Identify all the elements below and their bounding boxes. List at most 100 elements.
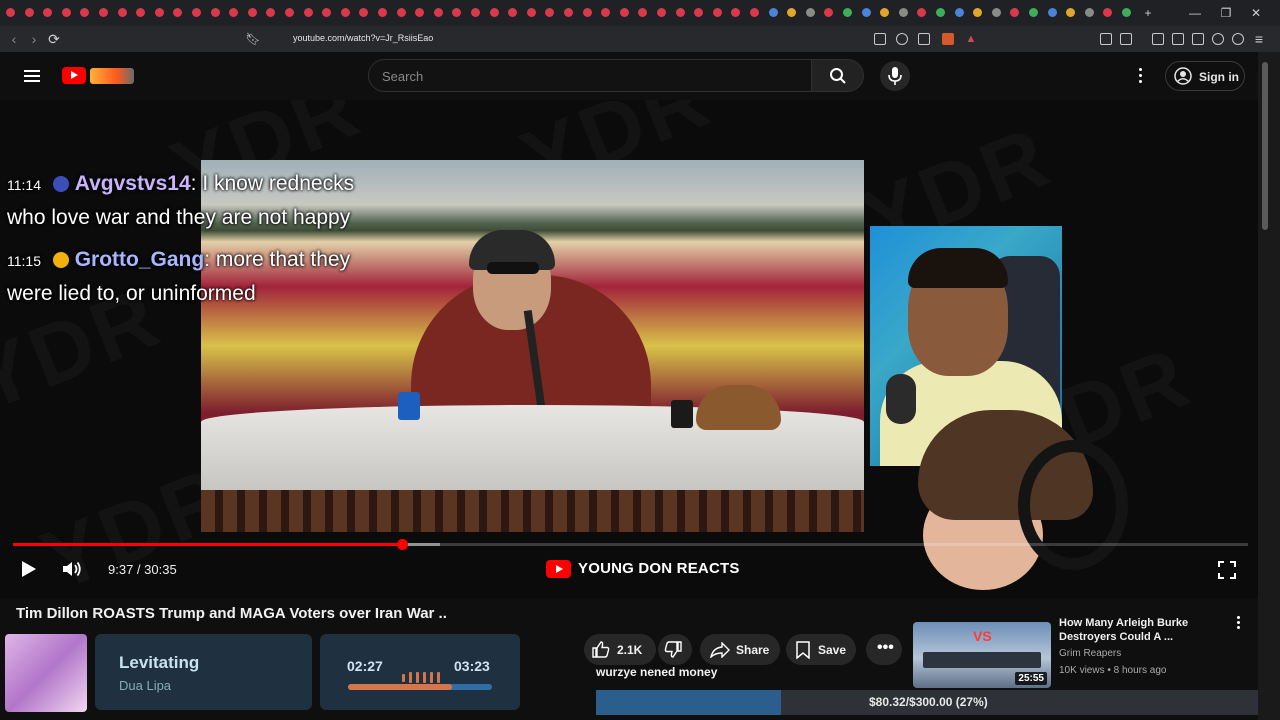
tab-favicon-icon[interactable]: [415, 8, 425, 17]
sidebar-icon[interactable]: [1172, 33, 1184, 45]
maximize-button[interactable]: ❐: [1214, 4, 1238, 22]
vpn-icon[interactable]: [1232, 33, 1244, 45]
recommended-channel-name[interactable]: Grim Reapers: [1059, 648, 1121, 659]
minimize-button[interactable]: —: [1183, 4, 1207, 22]
play-icon[interactable]: [22, 561, 36, 577]
tab-favicon-icon[interactable]: [1029, 8, 1038, 17]
more-actions-button[interactable]: •••: [866, 634, 902, 665]
tab-favicon-icon[interactable]: [880, 8, 890, 17]
zoom-icon[interactable]: [896, 33, 908, 45]
cast-icon[interactable]: [874, 33, 886, 45]
search-button[interactable]: [812, 59, 864, 92]
rewards-icon[interactable]: ▲: [962, 30, 980, 48]
forward-icon[interactable]: ›: [25, 30, 43, 48]
tab-favicon-icon[interactable]: [433, 8, 443, 17]
tab-favicon-icon[interactable]: [638, 8, 648, 17]
tab-favicon-icon[interactable]: [136, 8, 146, 17]
tab-favicon-icon[interactable]: [787, 8, 797, 17]
recommended-video-thumbnail[interactable]: VS 25:55: [913, 622, 1051, 688]
tab-favicon-icon[interactable]: [192, 8, 201, 17]
tab-favicon-icon[interactable]: [805, 8, 815, 17]
browser-menu-icon[interactable]: ≡: [1250, 30, 1268, 48]
tab-favicon-icon[interactable]: [1122, 8, 1131, 17]
tab-favicon-icon[interactable]: [24, 8, 34, 17]
scrollbar-thumb[interactable]: [1262, 62, 1268, 230]
tab-favicon-icon[interactable]: [657, 8, 666, 17]
scrubber-handle[interactable]: [397, 539, 408, 550]
tab-favicon-icon[interactable]: [601, 8, 611, 17]
tab-favicon-icon[interactable]: [675, 8, 685, 17]
settings-more-icon[interactable]: [1139, 68, 1143, 83]
tab-favicon-icon[interactable]: [471, 8, 480, 17]
tab-favicon-icon[interactable]: [582, 8, 592, 17]
tab-favicon-icon[interactable]: [266, 8, 276, 17]
leo-icon[interactable]: [1212, 33, 1224, 45]
reload-icon[interactable]: ⟳: [45, 30, 63, 48]
tab-favicon-icon[interactable]: [1010, 8, 1020, 17]
tab-favicon-icon[interactable]: [954, 8, 964, 17]
tab-favicon-icon[interactable]: [991, 8, 1001, 17]
youtube-logo[interactable]: [62, 67, 86, 84]
tab-favicon-icon[interactable]: [173, 8, 183, 17]
doodle-logo[interactable]: [90, 68, 134, 84]
tab-favicon-icon[interactable]: [489, 8, 499, 17]
tab-favicon-icon[interactable]: [917, 8, 927, 17]
share-page-icon[interactable]: [918, 33, 930, 45]
tab-favicon-icon[interactable]: [973, 8, 983, 17]
tab-favicon-icon[interactable]: [210, 8, 220, 17]
tab-favicon-icon[interactable]: [43, 8, 53, 17]
tab-favicon-icon[interactable]: [936, 8, 945, 17]
tab-favicon-icon[interactable]: [545, 8, 555, 17]
tab-favicon-icon[interactable]: [229, 8, 239, 17]
like-button[interactable]: 2.1K: [584, 634, 656, 665]
new-tab-button[interactable]: +: [1136, 4, 1160, 22]
tab-favicon-icon[interactable]: [117, 8, 127, 17]
tab-favicon-icon[interactable]: [1047, 8, 1057, 17]
tab-favicon-icon[interactable]: [731, 8, 741, 17]
voice-search-button[interactable]: [880, 61, 910, 91]
share-button[interactable]: Share: [700, 634, 780, 665]
tab-favicon-icon[interactable]: [303, 8, 313, 17]
tab-favicon-icon[interactable]: [861, 8, 871, 17]
tab-favicon-icon[interactable]: [1103, 8, 1113, 17]
tab-favicon-icon[interactable]: [285, 8, 294, 17]
dislike-button[interactable]: [658, 634, 692, 665]
tab-favicon-icon[interactable]: [750, 8, 759, 17]
tab-favicon-icon[interactable]: [80, 8, 90, 17]
menu-icon[interactable]: [24, 67, 40, 85]
reading-list-icon[interactable]: [1120, 33, 1132, 45]
tab-favicon-icon[interactable]: [526, 8, 536, 17]
tab-favicon-icon[interactable]: [378, 8, 387, 17]
wallet-icon[interactable]: [1192, 33, 1204, 45]
tab-favicon-icon[interactable]: [898, 8, 908, 17]
tab-favicon-icon[interactable]: [824, 8, 834, 17]
tab-favicon-icon[interactable]: [247, 8, 257, 17]
recommended-video-title[interactable]: How Many Arleigh Burke Destroyers Could …: [1059, 616, 1224, 644]
fullscreen-icon[interactable]: [1218, 561, 1236, 579]
bookmark-icon[interactable]: 🔖︎: [244, 30, 262, 48]
recommendation-menu-icon[interactable]: [1237, 616, 1241, 629]
tab-favicon-icon[interactable]: [712, 8, 722, 17]
tab-favicon-icon[interactable]: [6, 8, 15, 17]
tab-favicon-icon[interactable]: [61, 8, 71, 17]
media-control-icon[interactable]: [1152, 33, 1164, 45]
save-button[interactable]: Save: [786, 634, 856, 665]
url-field[interactable]: youtube.com/watch?v=Jr_RsiisEao: [293, 33, 433, 43]
tab-favicon-icon[interactable]: [694, 8, 704, 17]
tab-favicon-icon[interactable]: [843, 8, 852, 17]
tab-favicon-icon[interactable]: [396, 8, 406, 17]
tab-favicon-icon[interactable]: [322, 8, 332, 17]
tab-favicon-icon[interactable]: [768, 8, 778, 17]
search-box[interactable]: Search: [368, 59, 812, 92]
tab-favicon-icon[interactable]: [452, 8, 462, 17]
volume-icon[interactable]: [61, 560, 83, 578]
back-icon[interactable]: ‹: [5, 30, 23, 48]
search-input[interactable]: Search: [382, 69, 423, 84]
tab-favicon-icon[interactable]: [99, 8, 108, 17]
brave-shield-icon[interactable]: [942, 33, 954, 45]
sign-in-button[interactable]: Sign in: [1165, 61, 1245, 91]
tab-favicon-icon[interactable]: [564, 8, 573, 17]
tab-favicon-icon[interactable]: [1084, 8, 1094, 17]
tab-favicon-icon[interactable]: [1066, 8, 1076, 17]
tab-favicon-icon[interactable]: [619, 8, 629, 17]
